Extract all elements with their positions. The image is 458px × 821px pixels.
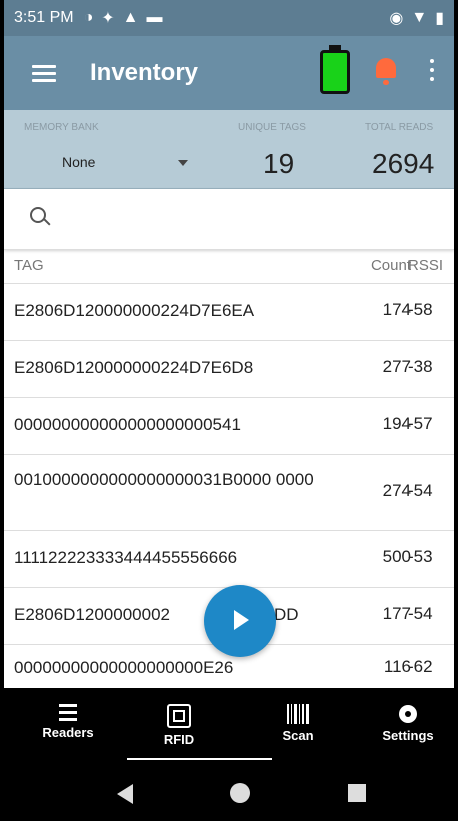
table-row[interactable]: 111122223333444455556666 500 -53 [4,531,454,588]
rssi-value: -62 [408,657,433,676]
nav-rfid[interactable]: RFID [134,704,224,747]
read-count: 116 [383,657,411,676]
search-icon [30,207,46,223]
tag-id-tail: DD [274,605,299,624]
tag-id: 00000000000000000000E26 [14,658,234,677]
cast-icon: ▬ [146,9,163,26]
memory-bank-select[interactable]: None [62,154,95,170]
start-inventory-button[interactable] [204,585,276,657]
table-header: TAG Count RSSI [4,250,454,284]
tag-id: 0010000000000000000031B0000 0000 [14,470,314,489]
bottom-navigation: Readers RFID Scan Settings [4,688,454,766]
header-count: Count [370,257,411,274]
status-icons-left: ◑ ✦ ▲ ▬ [84,8,163,28]
nav-settings-label: Settings [382,728,434,743]
tag-id: E2806D120000000224D7E6EA [14,301,255,320]
rssi-value: -57 [408,414,433,433]
status-bar: 3:51 PM ◑ ✦ ▲ ▬ ◉ ▼ ▮ [4,0,454,36]
read-count: 500 [382,547,411,566]
tag-id: 111122223333444455556666 [14,548,238,567]
unique-tags-label: UNIQUE TAGS [238,122,306,133]
battery-status-icon: ▮ [435,10,444,27]
unique-tags-value: 19 [263,148,295,179]
app-bar: Inventory [4,36,454,110]
tag-id: E2806D120000000224D7E6D8 [14,358,254,377]
nav-scan-label: Scan [282,728,314,743]
overflow-menu-icon[interactable] [430,59,434,81]
system-navigation [4,766,454,821]
tag-id: 000000000000000000000541 [14,415,241,434]
nav-settings[interactable]: Settings [363,704,453,743]
battery-icon[interactable] [320,45,350,94]
table-row[interactable]: 000000000000000000000541 194 -57 [4,398,454,455]
sync-icon: ◉ [389,10,404,27]
menu-icon[interactable] [32,64,56,82]
header-rssi: RSSI [408,257,444,274]
rssi-value: -54 [408,481,433,500]
bell-icon[interactable] [376,58,396,85]
rssi-value: -58 [408,300,433,319]
read-count: 274 [382,481,411,500]
barcode-icon [287,704,309,724]
search-field[interactable] [4,189,454,250]
memory-bank-label: MEMORY BANK [24,122,99,133]
back-icon[interactable] [117,784,133,804]
rfid-icon [167,704,191,728]
home-icon[interactable] [230,783,250,803]
read-count: 277 [382,357,411,376]
table-row[interactable]: 0010000000000000000031B0000 0000 274 -54 [4,455,454,531]
active-tab-indicator [127,758,272,760]
nav-scan[interactable]: Scan [253,704,343,743]
inventory-stats: MEMORY BANK None UNIQUE TAGS 19 TOTAL RE… [4,110,454,189]
nav-readers-label: Readers [42,725,94,740]
gear-icon [398,704,418,724]
table-row[interactable]: E2806D120000000224D7E6D8 277 -38 [4,341,454,398]
read-count: 177 [382,604,411,623]
data-saver-icon: ◑ [83,9,94,26]
recent-apps-icon[interactable] [348,784,366,802]
chevron-down-icon[interactable] [178,160,188,166]
read-count: 194 [382,414,411,433]
rssi-value: -38 [408,357,433,376]
nav-readers[interactable]: Readers [23,704,113,740]
page-title: Inventory [90,59,199,86]
status-time: 3:51 PM [14,9,74,26]
total-reads-label: TOTAL READS [365,122,434,133]
phone-screen: 3:51 PM ◑ ✦ ▲ ▬ ◉ ▼ ▮ Inventory MEMORY B… [4,0,454,821]
wifi-icon: ▼ [411,9,428,26]
settings-gear-icon: ✦ [101,10,115,27]
total-reads-value: 2694 [372,148,435,179]
warning-icon: ▲ [122,9,139,26]
list-icon [59,704,77,721]
rssi-value: -53 [408,547,433,566]
play-icon [234,610,249,630]
read-count: 174 [382,300,411,319]
nav-rfid-label: RFID [163,732,195,747]
status-icons-right: ◉ ▼ ▮ [389,8,444,28]
rssi-value: -54 [408,604,433,623]
header-tag: TAG [14,257,44,274]
table-row[interactable]: E2806D120000000224D7E6EA 174 -58 [4,284,454,341]
